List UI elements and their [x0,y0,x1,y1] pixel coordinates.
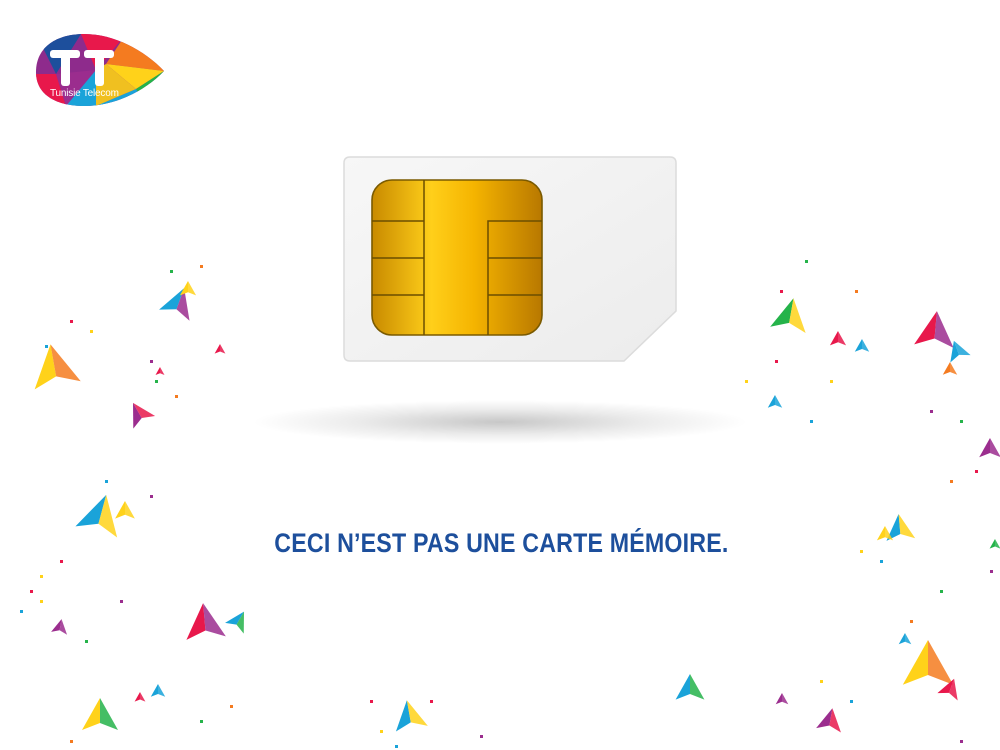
confetti-triangle-icon [989,539,1000,549]
confetti-speck [60,560,63,563]
confetti-speck [850,700,853,703]
sim-card-icon [342,155,678,363]
confetti-triangle-icon [829,331,847,346]
confetti-triangle-icon [395,700,428,732]
confetti-triangle-icon [150,684,166,697]
confetti-speck [960,740,963,743]
confetti-triangle-icon [34,344,81,390]
confetti-speck [880,560,883,563]
confetti-speck [150,495,153,498]
confetti-speck [950,480,953,483]
confetti-speck [380,730,383,733]
confetti-speck [940,590,943,593]
confetti-speck [745,380,748,383]
confetti-triangle-icon [854,339,870,352]
confetti-speck [975,470,978,473]
confetti-speck [90,330,93,333]
confetti-speck [230,705,233,708]
confetti-speck [930,410,933,413]
confetti-speck [990,570,993,573]
confetti-triangle-icon [225,611,244,634]
confetti-speck [395,745,398,748]
confetti-triangle-icon [770,298,806,333]
confetti-speck [30,590,33,593]
confetti-speck [370,700,373,703]
confetti-speck [20,610,23,613]
confetti-speck [200,265,203,268]
confetti-speck [805,260,808,263]
confetti-speck [85,640,88,643]
confetti-speck [175,395,178,398]
confetti-speck [40,600,43,603]
confetti-triangle-icon [179,281,197,296]
confetti-triangle-icon [115,501,135,519]
confetti-triangle-icon [186,603,226,640]
confetti-triangle-icon [816,708,841,733]
confetti-speck [170,270,173,273]
confetti-speck [960,420,963,423]
confetti-triangle-icon [979,438,1000,458]
confetti-speck [200,720,203,723]
confetti-triangle-icon [675,674,705,700]
confetti-speck [150,360,153,363]
confetti-speck [120,600,123,603]
sim-shadow [250,400,750,444]
confetti-triangle-icon [159,288,190,321]
sim-chip-icon [371,179,543,336]
confetti-speck [480,735,483,738]
logo-name: Tunisie Telecom [50,88,119,99]
confetti-speck [155,380,158,383]
confetti-speck [70,740,73,743]
confetti-speck [430,700,433,703]
confetti-layer [20,260,1000,748]
confetti-speck [830,380,833,383]
confetti-triangle-icon [155,367,165,375]
confetti-triangle-icon [214,344,226,354]
confetti-triangle-icon [898,633,912,645]
confetti-triangle-icon [82,698,118,730]
confetti-triangle-icon [51,619,68,635]
slogan-text: CECI N’EST PAS UNE CARTE MÉMOIRE. [274,528,729,558]
confetti-speck [45,345,48,348]
confetti-speck [780,290,783,293]
confetti-speck [910,620,913,623]
confetti-speck [855,290,858,293]
ad-canvas: Tunisie Telecom CECI N’EST PAS UNE CARTE… [0,0,1000,750]
confetti-triangle-icon [133,402,156,429]
confetti-speck [40,575,43,578]
confetti-speck [105,480,108,483]
confetti-speck [775,360,778,363]
confetti-triangle-icon [902,640,954,685]
confetti-speck [70,320,73,323]
confetti-triangle-icon [775,693,789,705]
confetti-speck [820,680,823,683]
confetti-triangle-icon [914,311,954,348]
confetti-triangle-icon [942,362,958,375]
confetti-triangle-icon [767,395,783,408]
confetti-triangle-icon [134,692,146,702]
confetti-speck [810,420,813,423]
